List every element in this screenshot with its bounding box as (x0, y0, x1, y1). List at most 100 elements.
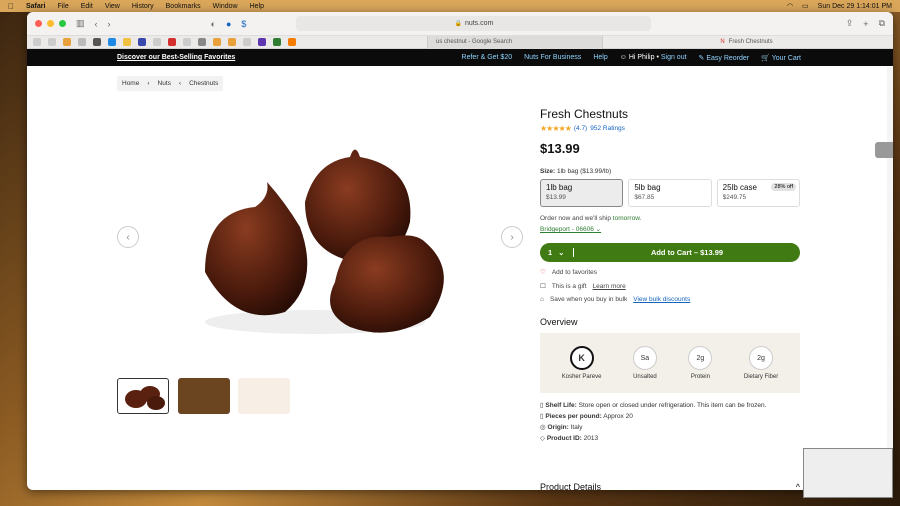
salt-icon: Sa (632, 346, 657, 370)
forward-icon[interactable]: › (108, 19, 111, 29)
menu-view[interactable]: View (105, 3, 120, 10)
detail-value: Italy (570, 424, 583, 431)
location-link[interactable]: Bridgeport - 06606 ⌄ (540, 225, 800, 233)
product-title: Fresh Chestnuts (540, 107, 629, 121)
pinned-tab[interactable] (123, 38, 131, 46)
overview-item: 2g Protein (688, 346, 713, 380)
pinned-tab[interactable] (273, 38, 281, 46)
close-window-button[interactable] (35, 20, 42, 27)
extension-icon[interactable]: ● (226, 19, 231, 29)
zoom-window-button[interactable] (59, 20, 66, 27)
detail-pieces: ▯ Pieces per pound: Approx 20 (540, 411, 800, 422)
overview-label: Kosher Pareve (561, 374, 602, 380)
pinned-tab[interactable] (183, 38, 191, 46)
shipping-info: Order now and we'll ship tomorrow. (540, 215, 800, 222)
signout-link[interactable]: Sign out (661, 54, 687, 61)
pinned-tab[interactable] (213, 38, 221, 46)
gift-label: This is a gift (551, 282, 587, 290)
app-menu[interactable]: Safari (26, 3, 45, 10)
promo-link[interactable]: Discover our Best-Selling Favorites (117, 54, 235, 61)
detail-key: Product ID: (546, 435, 582, 442)
reorder-link[interactable]: ✎ Easy Reorder (699, 54, 750, 62)
rating-row[interactable]: ★★★★★ (4.7) 952 Ratings (540, 124, 800, 133)
breadcrumb-home[interactable]: Home (122, 80, 139, 87)
pinned-tab[interactable] (108, 38, 116, 46)
picture-in-picture-preview[interactable] (803, 448, 893, 498)
pinned-tab[interactable] (48, 38, 56, 46)
star-rating-icon: ★★★★★ (540, 124, 572, 133)
tab-fresh-chestnuts[interactable]: N Fresh Chestnuts (602, 35, 882, 49)
menu-window[interactable]: Window (213, 3, 238, 10)
tab-google-search[interactable]: us chestnut - Google Search (427, 35, 602, 49)
quantity-select[interactable]: 1 ⌄ (540, 248, 574, 257)
menu-file[interactable]: File (57, 3, 68, 10)
product-price: $13.99 (540, 141, 580, 156)
battery-icon[interactable]: ▭ (802, 2, 809, 10)
size-option-1lb[interactable]: 1lb bag $13.99 (540, 179, 624, 207)
overview-item: Sa Unsalted (632, 346, 657, 380)
next-image-button[interactable]: › (501, 226, 523, 248)
pinned-tab[interactable] (243, 38, 251, 46)
breadcrumb: Home ‹ Nuts ‹ Chestnuts (117, 76, 224, 91)
shield-icon[interactable]: ◐ (211, 19, 216, 29)
cart-link[interactable]: 🛒 Your Cart (761, 54, 801, 62)
prev-image-button[interactable]: ‹ (117, 226, 139, 248)
chevron-down-icon: ⌄ (558, 248, 565, 257)
address-bar[interactable]: 🔒 nuts.com (296, 16, 652, 31)
pinned-tab[interactable] (168, 38, 176, 46)
thumbnail-3[interactable] (238, 378, 290, 414)
scrollbar[interactable] (887, 67, 893, 490)
detail-shelf-life: ▯ Shelf Life: Store open or closed under… (540, 400, 800, 411)
pinned-tab[interactable] (138, 38, 146, 46)
rating-value: (4.7) (573, 125, 588, 132)
back-icon[interactable]: ‹ (95, 19, 98, 29)
refer-link[interactable]: Refer & Get $20 (462, 54, 513, 62)
business-link[interactable]: Nuts For Business (524, 54, 581, 62)
pinned-tab[interactable] (228, 38, 236, 46)
pinned-tab[interactable] (288, 38, 296, 46)
bulk-discounts-link[interactable]: View bulk discounts (633, 296, 690, 303)
learn-more-link[interactable]: Learn more (593, 283, 626, 290)
size-name: 5lb bag (634, 183, 661, 192)
product-details-header[interactable]: Product Details ^ (540, 482, 800, 490)
pinned-tab[interactable] (63, 38, 71, 46)
breadcrumb-chestnuts[interactable]: Chestnuts (189, 80, 218, 87)
add-to-cart-button[interactable]: Add to Cart – $13.99 (574, 248, 800, 257)
tab-overview-icon[interactable]: ⧉ (879, 18, 885, 29)
gift-checkbox[interactable]: ☐ (540, 282, 546, 290)
menu-help[interactable]: Help (250, 3, 264, 10)
sidebar-icon[interactable]: ▥ (76, 18, 85, 29)
help-link[interactable]: Help (593, 54, 607, 62)
pinned-tab[interactable] (93, 38, 101, 46)
detail-product-id: ◇ Product ID: 2013 (540, 433, 800, 444)
pinned-tab[interactable] (153, 38, 161, 46)
wifi-icon[interactable]: ◠ (787, 2, 793, 10)
menu-bookmarks[interactable]: Bookmarks (166, 3, 201, 10)
detail-origin: ◎ Origin: Italy (540, 422, 800, 433)
rating-count[interactable]: 952 Ratings (590, 125, 625, 132)
thumbnail-2[interactable] (178, 378, 230, 414)
pinned-tab[interactable] (198, 38, 206, 46)
quantity-value: 1 (548, 248, 553, 257)
clock[interactable]: Sun Dec 29 1:14:01 PM (818, 3, 892, 10)
thumbnail-1[interactable] (117, 378, 169, 414)
pinned-tab[interactable] (78, 38, 86, 46)
menu-history[interactable]: History (132, 3, 154, 10)
breadcrumb-nuts[interactable]: Nuts (158, 80, 171, 87)
new-tab-icon[interactable]: + (863, 19, 868, 29)
menu-edit[interactable]: Edit (81, 3, 93, 10)
apple-icon[interactable]:  (8, 2, 14, 11)
nuts-favicon-icon: N (720, 39, 725, 45)
share-icon[interactable]: ⇪ (846, 18, 854, 29)
pinned-tab[interactable] (258, 38, 266, 46)
chat-icon[interactable] (875, 142, 893, 158)
size-option-5lb[interactable]: 5lb bag $67.85 (628, 179, 712, 207)
size-option-25lb[interactable]: 25lb case $249.75 28% off (716, 179, 800, 207)
dollar-icon[interactable]: $ (241, 19, 246, 29)
size-price: $13.99 (546, 194, 566, 201)
minimize-window-button[interactable] (47, 20, 54, 27)
chevron-down-icon: ⌄ (595, 226, 602, 233)
add-favorites[interactable]: ♡ Add to favorites (540, 268, 800, 277)
pinned-tab[interactable] (33, 38, 41, 46)
site-topbar: Discover our Best-Selling Favorites Refe… (27, 49, 893, 66)
